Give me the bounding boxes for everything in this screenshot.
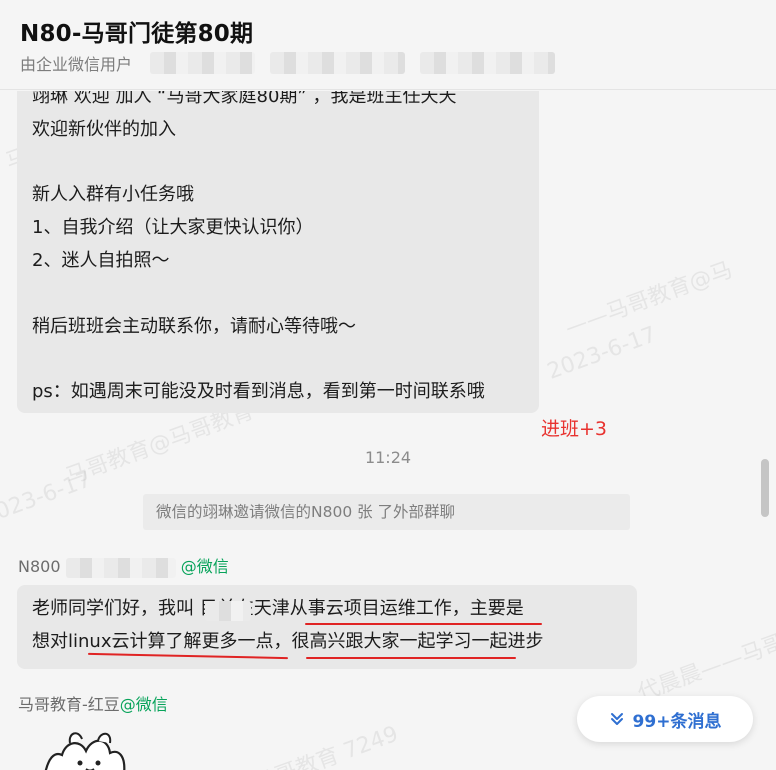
message-line [32,147,539,180]
sender-name[interactable]: 马哥教育-红豆@微信 [18,691,168,715]
wechat-source-tag: @微信 [119,695,168,714]
watermark: ——马哥教育@马 [561,257,736,342]
new-messages-label: 99+条消息 [632,711,722,732]
chat-header: N80-马哥门徒第80期 由企业微信用户 [0,0,776,90]
redacted-name-blur [65,557,176,578]
message-line [32,343,539,376]
watermark: 2023-6-17 [0,467,95,530]
message-line: 新人入群有小任务哦 [32,184,194,206]
message-line: 欢迎新伙伴的加入 [32,118,176,140]
system-notice-text: 微信的翊琳邀请微信的N800 张 了外部群聊 [156,503,456,521]
red-underline-mark [305,623,542,625]
message-line: 稍后班班会主动联系你，请耐心等待哦～ [32,315,356,337]
chat-subtitle: 由企业微信用户 [20,55,133,74]
message-line [32,278,539,311]
sender-name-text: 马哥教育-红豆 [18,695,120,714]
message-line: 2、迷人自拍照～ [32,249,170,271]
watermark: 2023-6-17 [544,322,660,385]
handwritten-annotation: 进班+3 [541,418,608,440]
scrollbar-thumb[interactable] [761,459,769,517]
message-line: 1、自我介绍（让大家更快认识你） [32,217,314,239]
system-notice: 微信的翊琳邀请微信的N800 张 了外部群聊 [143,494,630,530]
redacted-name-blur [205,601,251,621]
message-list[interactable]: 马哥教育@马哥教育 2023-6-17 ——马哥教育@马 2023-6-17 马… [0,91,776,770]
redacted-subtitle-blur [150,52,255,74]
redacted-subtitle-blur [270,52,405,74]
sender-name[interactable]: N800 @微信 [18,553,229,578]
watermark: 代晨晨——马哥教育@马哥 [634,592,776,707]
red-underline-mark [306,657,516,659]
message-line: ps：如遇周末可能没及时看到消息，看到第一时间联系哦 [32,381,485,403]
cartoon-sticker-image[interactable] [40,729,150,770]
message-timestamp: 11:24 [364,448,412,467]
message-line: 老师同学们好，我叫 目前在天津从事云项目运维工作，主要是 [32,598,524,619]
new-messages-button[interactable]: 99+条消息 [577,696,753,742]
wechat-source-tag: @微信 [180,557,229,576]
redacted-subtitle-blur [420,52,555,74]
welcome-message-bubble[interactable]: 翊琳 欢迎 加入 “马哥大家庭80期” ，我是班主任天天 欢迎新伙伴的加入 新人… [17,91,539,413]
message-line: 翊琳 欢迎 加入 “马哥大家庭80期” ，我是班主任天天 [32,91,457,107]
sender-name-text: N800 [18,557,61,576]
chat-title[interactable]: N80-马哥门徒第80期 [20,14,253,48]
watermark: 马哥教育 7249 [251,721,402,770]
double-chevron-down-icon [610,713,623,725]
